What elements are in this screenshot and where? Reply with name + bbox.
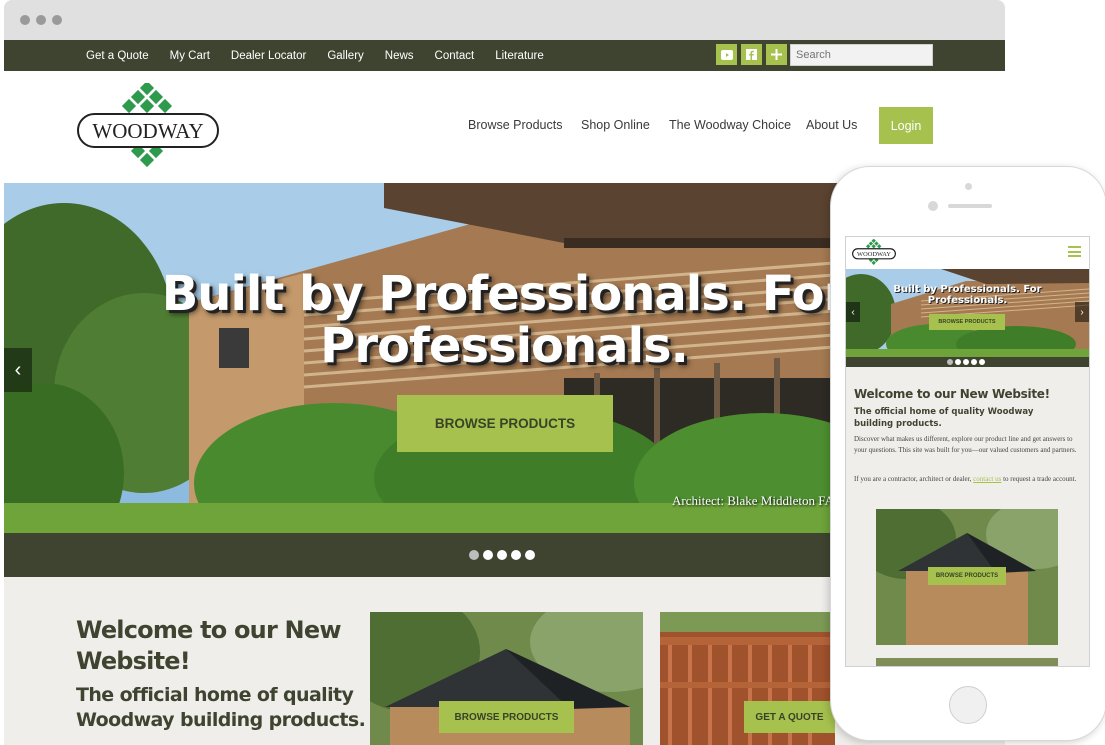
mobile-hero-browse-button[interactable]: BROWSE PRODUCTS: [929, 314, 1005, 330]
window-dot: [36, 15, 46, 25]
login-button[interactable]: Login: [879, 107, 933, 144]
mobile-slider-dot-active[interactable]: [947, 359, 953, 365]
phone-speaker: [948, 204, 992, 208]
card-get-a-quote-button[interactable]: GET A QUOTE: [744, 701, 835, 733]
mobile-product-card[interactable]: BROWSE PRODUCTS: [876, 509, 1058, 645]
welcome-heading: Welcome to our New Website!: [76, 616, 342, 675]
hero-title: Built by Professionals. For Professional…: [161, 266, 848, 374]
logo-wordmark: WOODWAY: [92, 119, 203, 143]
facebook-icon[interactable]: [741, 44, 762, 65]
chevron-left-icon: ‹: [14, 358, 22, 381]
nav-gallery[interactable]: Gallery: [327, 50, 363, 62]
slider-dot[interactable]: [525, 550, 535, 560]
mobile-card-browse-button[interactable]: BROWSE PRODUCTS: [928, 567, 1006, 585]
mobile-hero-slider: Built by Professionals. For Professional…: [846, 269, 1089, 357]
mobile-slider-dot[interactable]: [979, 359, 985, 365]
mobile-trade-text-end: to request a trade account.: [1001, 475, 1077, 483]
chevron-right-icon: ›: [1080, 306, 1084, 318]
card-browse-products-button[interactable]: BROWSE PRODUCTS: [439, 701, 574, 733]
mobile-phone-mockup: WOODWAY Built by Professionals. For Prof…: [830, 166, 1105, 741]
nav-browse-products[interactable]: Browse Products: [468, 118, 562, 132]
mobile-slider-dot[interactable]: [963, 359, 969, 365]
youtube-icon[interactable]: [716, 44, 737, 65]
contact-us-link[interactable]: contact us: [973, 475, 1001, 483]
woodway-logo[interactable]: WOODWAY: [76, 83, 220, 173]
hamburger-menu-icon[interactable]: [1068, 246, 1081, 257]
slider-dot[interactable]: [497, 550, 507, 560]
slider-dot[interactable]: [483, 550, 493, 560]
mobile-header: WOODWAY: [846, 237, 1089, 269]
mobile-slider-dot[interactable]: [971, 359, 977, 365]
mobile-welcome-heading: Welcome to our New Website!: [854, 387, 1050, 401]
nav-the-woodway-choice[interactable]: The Woodway Choice: [669, 118, 791, 132]
nav-about-us[interactable]: About Us: [806, 118, 857, 132]
mobile-slider-pagination: [846, 357, 1089, 367]
phone-camera: [965, 183, 972, 190]
mobile-woodway-logo[interactable]: WOODWAY: [852, 239, 896, 267]
mobile-slider-dot[interactable]: [955, 359, 961, 365]
browser-chrome: [4, 0, 1005, 40]
hero-browse-products-button[interactable]: BROWSE PRODUCTS: [397, 395, 613, 452]
site-header: WOODWAY Browse Products Shop Online The …: [4, 71, 1005, 183]
google-plus-icon[interactable]: [766, 44, 787, 65]
utility-bar: Get a Quote My Cart Dealer Locator Galle…: [4, 40, 1005, 71]
nav-literature[interactable]: Literature: [495, 50, 544, 62]
product-card-quote[interactable]: GET A QUOTE: [660, 612, 835, 745]
mobile-next-button[interactable]: ›: [1075, 302, 1089, 322]
nav-news[interactable]: News: [385, 50, 414, 62]
nav-dealer-locator[interactable]: Dealer Locator: [231, 50, 306, 62]
mobile-welcome-subheading: The official home of quality Woodway bui…: [854, 407, 1034, 429]
mobile-second-card-image: [876, 658, 1058, 666]
mobile-hero-image: [846, 269, 1089, 357]
window-dot: [20, 15, 30, 25]
mobile-trade-paragraph: If you are a contractor, architect or de…: [854, 474, 1084, 485]
phone-sensor: [928, 201, 938, 211]
nav-get-a-quote[interactable]: Get a Quote: [86, 50, 149, 62]
slider-dot[interactable]: [511, 550, 521, 560]
chevron-left-icon: ‹: [851, 306, 855, 318]
mobile-trade-text: If you are a contractor, architect or de…: [854, 475, 974, 483]
mobile-screen: WOODWAY Built by Professionals. For Prof…: [845, 236, 1090, 667]
slider-dot-active[interactable]: [469, 550, 479, 560]
mobile-logo-wordmark: WOODWAY: [857, 251, 891, 258]
window-dot: [52, 15, 62, 25]
nav-shop-online[interactable]: Shop Online: [581, 118, 650, 132]
welcome-subheading: The official home of quality Woodway bui…: [76, 684, 366, 731]
search-input[interactable]: [790, 44, 933, 66]
slider-prev-button[interactable]: ‹: [4, 348, 32, 392]
nav-my-cart[interactable]: My Cart: [170, 50, 210, 62]
utility-nav: Get a Quote My Cart Dealer Locator Galle…: [86, 40, 565, 71]
product-card-browse[interactable]: BROWSE PRODUCTS: [370, 612, 643, 745]
hero-photo-caption: Architect: Blake Middleton FA: [672, 493, 834, 508]
mobile-intro-paragraph: Discover what makes us different, explor…: [854, 435, 1077, 454]
nav-contact[interactable]: Contact: [435, 50, 475, 62]
mobile-prev-button[interactable]: ‹: [846, 302, 860, 322]
phone-home-button[interactable]: [949, 686, 987, 724]
mobile-hero-title: Built by Professionals. For Professional…: [893, 284, 1042, 306]
